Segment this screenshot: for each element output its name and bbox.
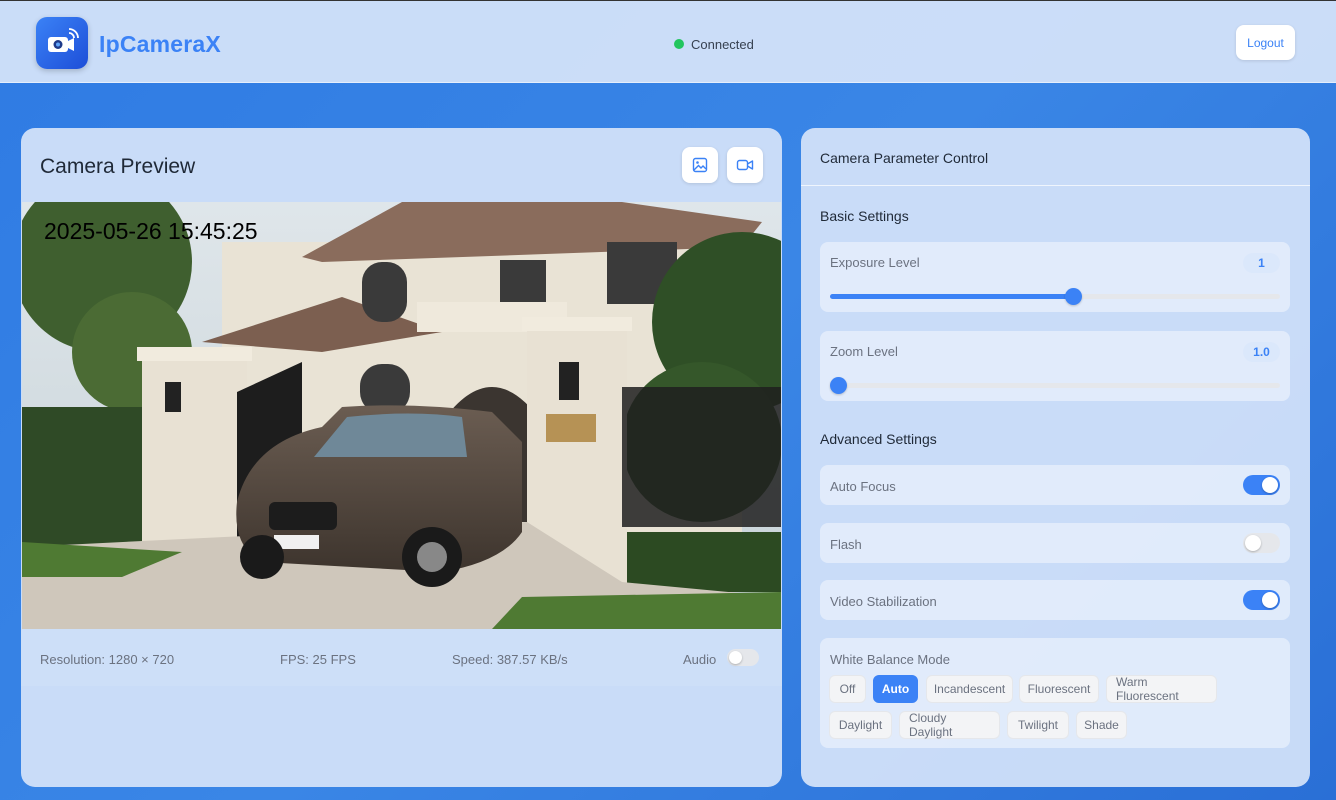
advanced-settings-title: Advanced Settings <box>820 431 937 447</box>
connection-status: Connected <box>674 36 754 52</box>
white-balance-card: White Balance Mode Off Auto Incandescent… <box>820 638 1290 748</box>
zoom-slider-thumb[interactable] <box>830 377 847 394</box>
image-icon <box>692 157 708 173</box>
flash-row: Flash <box>820 523 1290 563</box>
zoom-label: Zoom Level <box>830 344 898 359</box>
divider <box>801 185 1310 186</box>
snapshot-button[interactable] <box>682 147 718 183</box>
zoom-card: Zoom Level 1.0 <box>820 331 1290 401</box>
app-header: IpCameraX Connected Logout <box>0 0 1336 83</box>
exposure-value: 1 <box>1243 253 1280 273</box>
wb-option-fluorescent[interactable]: Fluorescent <box>1019 675 1099 703</box>
brand-name: IpCameraX <box>99 31 221 57</box>
audio-label: Audio <box>683 652 717 667</box>
toggle-knob <box>1262 477 1278 493</box>
wb-option-shade[interactable]: Shade <box>1076 711 1127 739</box>
fps-text: FPS: 25 FPS <box>280 652 356 667</box>
stream-info-bar: Resolution: 1280 × 720 FPS: 25 FPS Speed… <box>21 629 782 686</box>
white-balance-label: White Balance Mode <box>830 652 950 667</box>
auto-focus-label: Auto Focus <box>830 479 896 494</box>
auto-focus-row: Auto Focus <box>820 465 1290 505</box>
camera-wifi-icon <box>48 28 79 52</box>
auto-focus-toggle[interactable] <box>1243 475 1280 495</box>
app-logo <box>36 17 88 69</box>
record-button[interactable] <box>727 147 763 183</box>
flash-toggle[interactable] <box>1243 533 1280 553</box>
toggle-knob <box>1245 535 1261 551</box>
wb-option-warm-fluorescent[interactable]: Warm Fluorescent <box>1106 675 1217 703</box>
wb-option-twilight[interactable]: Twilight <box>1007 711 1069 739</box>
exposure-slider-thumb[interactable] <box>1065 288 1082 305</box>
stabilization-row: Video Stabilization <box>820 580 1290 620</box>
status-dot-icon <box>674 39 684 49</box>
video-feed[interactable]: 2025-05-26 15:45:25 <box>22 202 781 629</box>
exposure-card: Exposure Level 1 <box>820 242 1290 312</box>
wb-option-auto[interactable]: Auto <box>873 675 918 703</box>
exposure-slider-fill <box>830 294 1073 299</box>
toggle-knob <box>1262 592 1278 608</box>
video-camera-icon <box>736 159 754 171</box>
basic-settings-title: Basic Settings <box>820 208 909 224</box>
wb-option-off[interactable]: Off <box>829 675 866 703</box>
stabilization-toggle[interactable] <box>1243 590 1280 610</box>
status-text: Connected <box>691 36 754 52</box>
flash-label: Flash <box>830 537 862 552</box>
control-panel-title: Camera Parameter Control <box>820 150 989 166</box>
audio-toggle[interactable] <box>727 649 759 666</box>
wb-option-incandescent[interactable]: Incandescent <box>926 675 1013 703</box>
camera-preview-panel: Camera Preview 2025-05-26 15:45:25 Resol… <box>21 128 782 787</box>
preview-title: Camera Preview <box>40 155 196 178</box>
video-timestamp: 2025-05-26 15:45:25 <box>44 218 258 244</box>
zoom-slider[interactable] <box>830 377 1280 394</box>
camera-control-panel: Camera Parameter Control Basic Settings … <box>801 128 1310 787</box>
wb-option-cloudy-daylight[interactable]: Cloudy Daylight <box>899 711 1000 739</box>
speed-text: Speed: 387.57 KB/s <box>452 652 568 667</box>
zoom-value: 1.0 <box>1243 342 1280 362</box>
exposure-label: Exposure Level <box>830 255 920 270</box>
logout-button[interactable]: Logout <box>1236 25 1295 60</box>
toggle-knob <box>729 651 742 664</box>
exposure-slider[interactable] <box>830 288 1280 305</box>
stabilization-label: Video Stabilization <box>830 594 937 609</box>
house-scene-image <box>22 202 781 629</box>
wb-option-daylight[interactable]: Daylight <box>829 711 892 739</box>
resolution-text: Resolution: 1280 × 720 <box>40 652 175 667</box>
